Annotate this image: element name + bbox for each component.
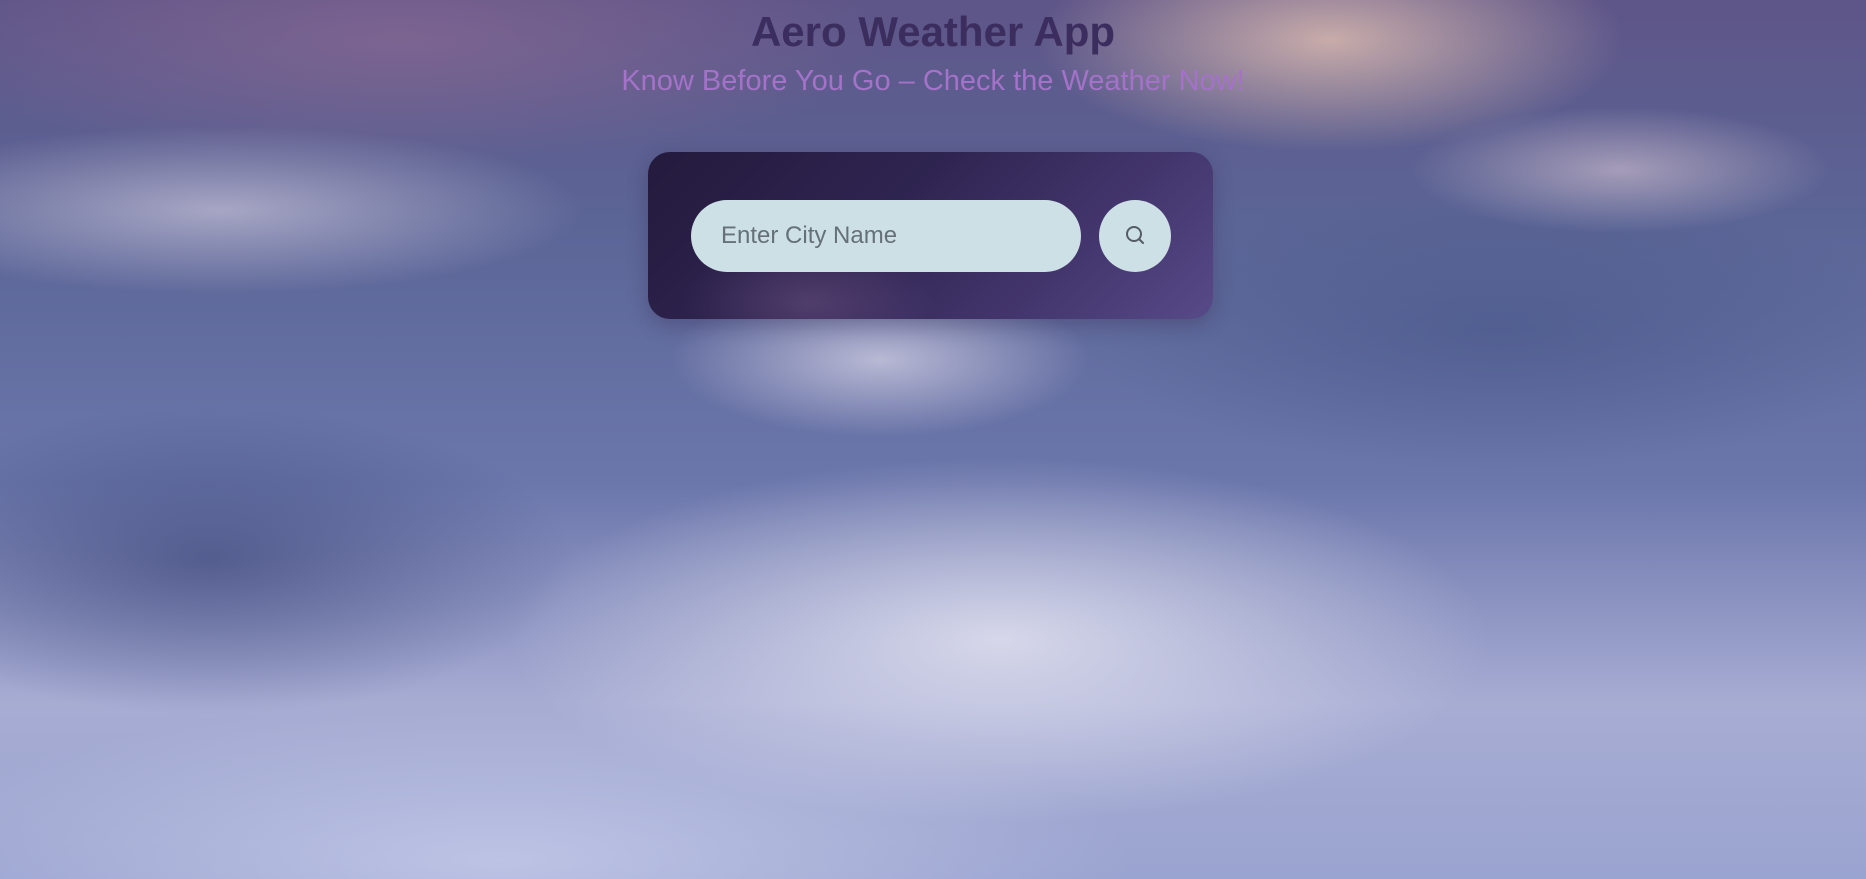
sky-background — [0, 0, 1866, 879]
search-card — [648, 152, 1213, 319]
search-button[interactable] — [1099, 200, 1171, 272]
app-header: Aero Weather App Know Before You Go – Ch… — [0, 0, 1866, 98]
search-icon — [1123, 224, 1147, 248]
city-search-input[interactable] — [691, 200, 1081, 272]
app-title: Aero Weather App — [750, 8, 1116, 55]
app-subtitle: Know Before You Go – Check the Weather N… — [621, 65, 1245, 97]
